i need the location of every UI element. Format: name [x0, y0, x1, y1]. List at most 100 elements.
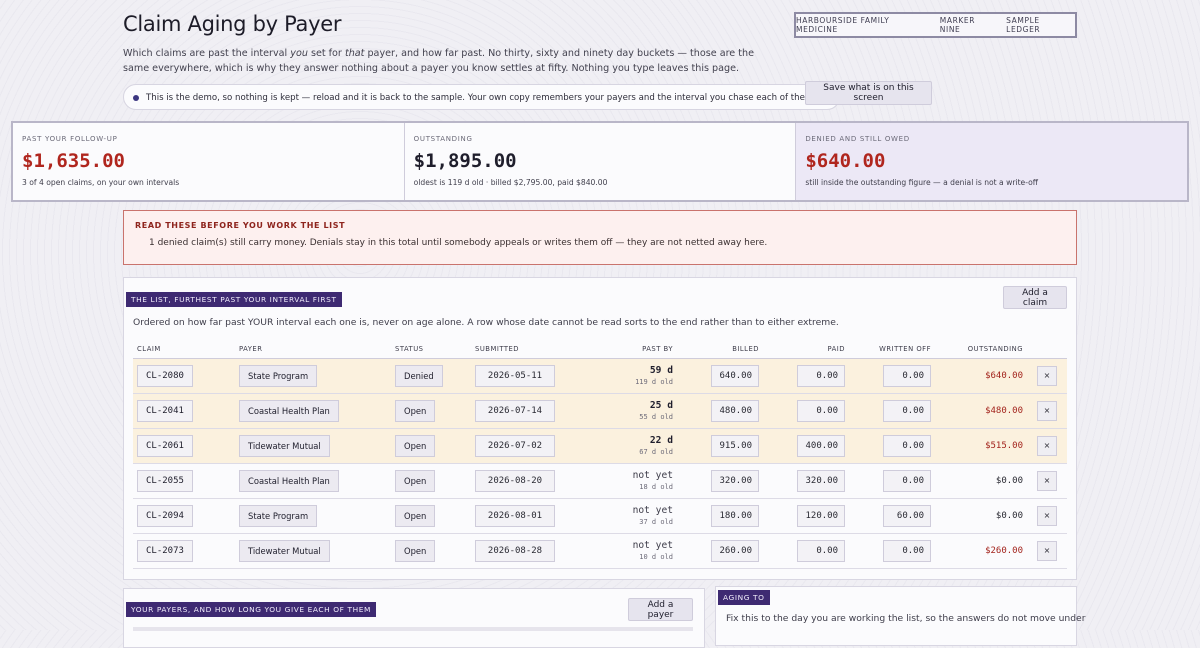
col-written-off: WRITTEN OFF [849, 341, 935, 359]
payers-panel: YOUR PAYERS, AND HOW LONG YOU GIVE EACH … [123, 588, 705, 648]
status-select[interactable]: Open [395, 504, 436, 527]
past-by-value: 59 d [649, 365, 673, 376]
age-value: 119 d old [635, 378, 673, 386]
org-badge: HARBOURSIDE FAMILY MEDICINE MARKER NINE … [794, 12, 1077, 38]
paid-input[interactable]: 0.00 [797, 399, 845, 422]
billed-input[interactable]: 180.00 [711, 504, 759, 527]
written-off-input[interactable]: 60.00 [883, 504, 931, 527]
page-title: Claim Aging by Payer [123, 12, 342, 36]
table-header-row: CLAIM PAYER STATUS SUBMITTED PAST BY BIL… [133, 341, 1067, 359]
remove-row-button[interactable]: × [1037, 365, 1057, 386]
past-by-value: not yet [632, 505, 673, 516]
billed-input[interactable]: 320.00 [711, 469, 759, 492]
claims-panel-tag: THE LIST, FURTHEST PAST YOUR INTERVAL FI… [126, 292, 342, 307]
col-outstanding: OUTSTANDING [935, 341, 1027, 359]
remove-row-button[interactable]: × [1037, 435, 1057, 456]
remove-row-button[interactable]: × [1037, 505, 1057, 526]
payer-select[interactable]: State Program [239, 504, 318, 527]
billed-input[interactable]: 480.00 [711, 399, 759, 422]
status-select[interactable]: Open [395, 539, 436, 562]
card-label: OUTSTANDING [413, 135, 473, 143]
warning-text: 1 denied claim(s) still carry money. Den… [149, 238, 768, 248]
demo-notice: This is the demo, so nothing is kept — r… [123, 84, 841, 110]
aging-description: Fix this to the day you are working the … [726, 613, 1086, 624]
outstanding-value: $0.00 [935, 463, 1027, 499]
claims-table: CLAIM PAYER STATUS SUBMITTED PAST BY BIL… [133, 341, 1067, 569]
claim-id-input[interactable]: CL-2080 [137, 364, 193, 387]
age-value: 18 d old [639, 483, 673, 491]
paid-input[interactable]: 0.00 [797, 364, 845, 387]
card-label: PAST YOUR FOLLOW-UP [22, 135, 118, 143]
add-payer-button[interactable]: Add a payer [628, 598, 693, 621]
submitted-date-input[interactable]: 2026-07-14 [475, 399, 555, 422]
status-select[interactable]: Open [395, 399, 436, 422]
billed-input[interactable]: 260.00 [711, 539, 759, 562]
add-claim-button[interactable]: Add a claim [1003, 286, 1067, 309]
paid-input[interactable]: 120.00 [797, 504, 845, 527]
save-button[interactable]: Save what is on this screen [805, 81, 932, 105]
aging-panel-tag: AGING TO [718, 590, 770, 605]
claim-id-input[interactable]: CL-2094 [137, 504, 193, 527]
payer-select[interactable]: Coastal Health Plan [239, 399, 339, 422]
outstanding-value: $640.00 [935, 358, 1027, 394]
submitted-date-input[interactable]: 2026-08-20 [475, 469, 555, 492]
claim-id-input[interactable]: CL-2073 [137, 539, 193, 562]
written-off-input[interactable]: 0.00 [883, 434, 931, 457]
card-value: $1,635.00 [22, 150, 125, 172]
submitted-date-input[interactable]: 2026-05-11 [475, 364, 555, 387]
remove-row-button[interactable]: × [1037, 470, 1057, 491]
age-value: 37 d old [639, 518, 673, 526]
remove-row-button[interactable]: × [1037, 540, 1057, 561]
status-select[interactable]: Open [395, 434, 436, 457]
written-off-input[interactable]: 0.00 [883, 469, 931, 492]
card-label: DENIED AND STILL OWED [805, 135, 910, 143]
card-value: $640.00 [805, 150, 886, 172]
payer-select[interactable]: Tidewater Mutual [239, 434, 330, 457]
payer-select[interactable]: Tidewater Mutual [239, 539, 330, 562]
payer-select[interactable]: State Program [239, 364, 318, 387]
table-row: CL-2061 Tidewater Mutual Open 2026-07-02 22 … [133, 428, 1067, 464]
age-value: 67 d old [639, 448, 673, 456]
table-row: CL-2055 Coastal Health Plan Open 2026-08-20… [133, 463, 1067, 499]
past-by-value: not yet [632, 470, 673, 481]
past-by-cell: not yet 10 d old [581, 533, 677, 569]
written-off-input[interactable]: 0.00 [883, 399, 931, 422]
past-by-value: not yet [632, 540, 673, 551]
outstanding-value: $480.00 [935, 393, 1027, 429]
paid-input[interactable]: 0.00 [797, 539, 845, 562]
claim-id-input[interactable]: CL-2061 [137, 434, 193, 457]
status-select[interactable]: Open [395, 469, 436, 492]
aging-panel: AGING TO Fix this to the day you are wor… [715, 586, 1086, 646]
remove-row-button[interactable]: × [1037, 400, 1057, 421]
written-off-input[interactable]: 0.00 [883, 364, 931, 387]
paid-input[interactable]: 400.00 [797, 434, 845, 457]
past-by-value: 25 d [649, 400, 673, 411]
table-row: CL-2041 Coastal Health Plan Open 2026-07-14… [133, 393, 1067, 429]
past-by-value: 22 d [649, 435, 673, 446]
submitted-date-input[interactable]: 2026-08-28 [475, 539, 555, 562]
warning-box: READ THESE BEFORE YOU WORK THE LIST 1 de… [123, 210, 1077, 265]
summary-card-outstanding: OUTSTANDING $1,895.00 oldest is 119 d ol… [405, 123, 797, 200]
payer-select[interactable]: Coastal Health Plan [239, 469, 339, 492]
claims-description: Ordered on how far past YOUR interval ea… [133, 317, 839, 328]
past-by-cell: not yet 18 d old [581, 463, 677, 499]
paid-input[interactable]: 320.00 [797, 469, 845, 492]
col-status: STATUS [391, 341, 471, 359]
status-select[interactable]: Denied [395, 364, 443, 387]
col-remove [1027, 341, 1067, 359]
past-by-cell: 25 d 55 d old [581, 393, 677, 429]
billed-input[interactable]: 915.00 [711, 434, 759, 457]
claim-id-input[interactable]: CL-2041 [137, 399, 193, 422]
billed-input[interactable]: 640.00 [711, 364, 759, 387]
col-claim: CLAIM [133, 341, 235, 359]
submitted-date-input[interactable]: 2026-08-01 [475, 504, 555, 527]
org-name: HARBOURSIDE FAMILY MEDICINE [796, 16, 890, 34]
written-off-input[interactable]: 0.00 [883, 539, 931, 562]
col-past-by: PAST BY [581, 341, 677, 359]
submitted-date-input[interactable]: 2026-07-02 [475, 434, 555, 457]
outstanding-value: $0.00 [935, 498, 1027, 534]
card-note: 3 of 4 open claims, on your own interval… [22, 178, 180, 187]
claim-id-input[interactable]: CL-2055 [137, 469, 193, 492]
warning-title: READ THESE BEFORE YOU WORK THE LIST [135, 221, 346, 230]
age-value: 10 d old [639, 553, 673, 561]
